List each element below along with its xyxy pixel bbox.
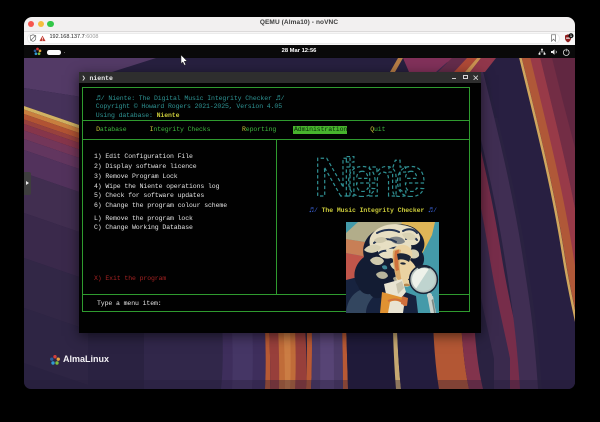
svg-text:Niente: Niente — [314, 156, 426, 197]
svg-text:1: 1 — [570, 34, 572, 38]
